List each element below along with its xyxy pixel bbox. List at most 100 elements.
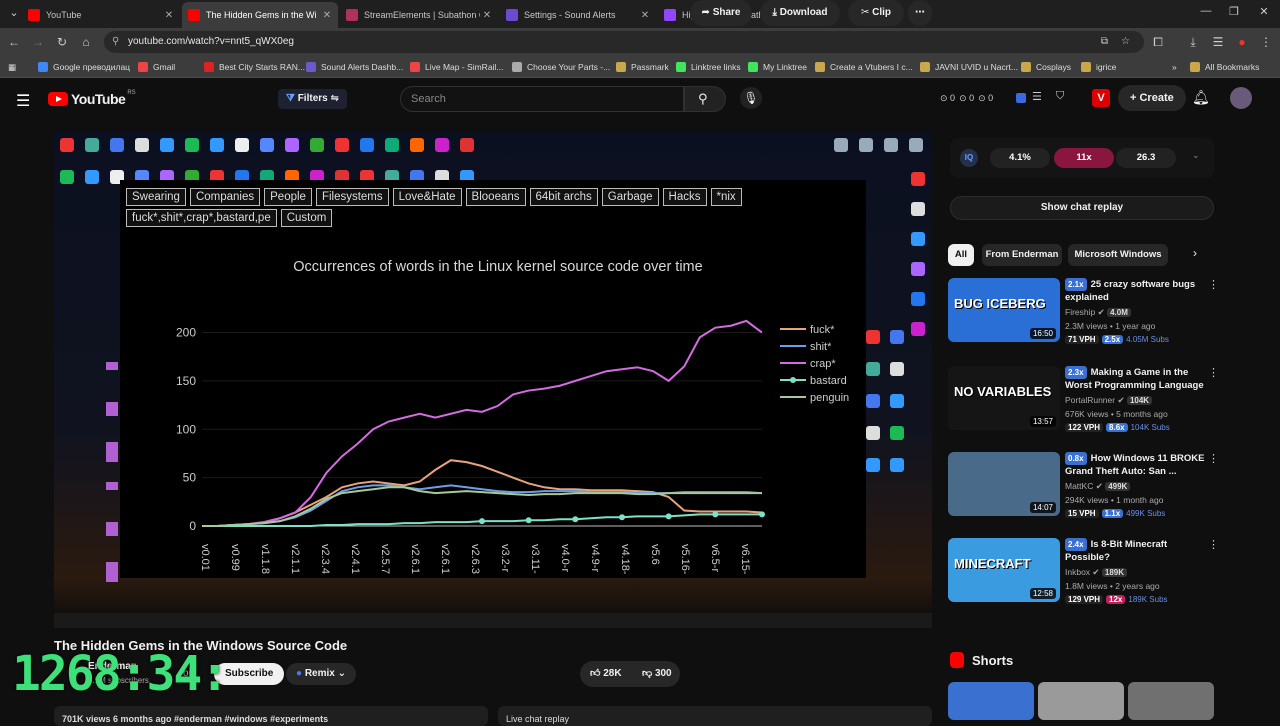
video-thumbnail[interactable]: NO VARIABLES 13:57 <box>948 366 1060 430</box>
word-filter-chip[interactable]: 64bit archs <box>529 188 598 206</box>
bookmark-item[interactable]: Passmark <box>616 59 669 75</box>
word-filter-chip[interactable]: Filesystems <box>315 188 389 206</box>
bookmark-item[interactable]: JAVNI UVID u Nacrt... <box>920 59 1018 75</box>
install-icon[interactable]: ⧉ <box>1101 31 1108 53</box>
filters-button[interactable]: ⧩ Filters ⇋ <box>278 89 347 109</box>
desktop-app-icon[interactable] <box>911 172 925 186</box>
desktop-app-icon[interactable] <box>335 138 349 152</box>
video-thumbnail[interactable]: BUG ICEBERG 16:50 <box>948 278 1060 342</box>
bookmark-item[interactable]: Google преводилац <box>38 59 130 75</box>
desktop-app-icon[interactable] <box>866 458 880 472</box>
desktop-app-icon[interactable] <box>866 394 880 408</box>
desktop-app-icon[interactable] <box>235 138 249 152</box>
clip-button[interactable]: ✂ Clip <box>848 0 904 26</box>
video-thumbnail[interactable]: MINECRAFT 12:58 <box>948 538 1060 602</box>
desktop-app-icon[interactable] <box>60 138 74 152</box>
bookmark-item[interactable]: Choose Your Parts -... <box>512 59 610 75</box>
desktop-app-icon[interactable] <box>260 138 274 152</box>
menu-dots-icon[interactable]: ⋮ <box>1258 34 1274 50</box>
desktop-app-icon[interactable] <box>834 138 848 152</box>
bookmark-item[interactable]: Gmail <box>138 59 175 75</box>
word-filter-chip[interactable]: fuck*,shit*,crap*,bastard,pe <box>126 209 277 227</box>
live-chat-label[interactable]: Live chat replay <box>498 706 932 726</box>
more-options-icon[interactable]: ⋮ <box>1208 278 1219 291</box>
minimize-icon[interactable]: — <box>1196 5 1216 21</box>
tab-close-icon[interactable]: ✕ <box>320 10 334 21</box>
more-options-icon[interactable]: ⋮ <box>1208 452 1219 465</box>
all-bookmarks[interactable]: All Bookmarks <box>1190 59 1259 75</box>
desktop-app-icon[interactable] <box>890 426 904 440</box>
desktop-app-icon[interactable] <box>859 138 873 152</box>
close-window-icon[interactable]: ✕ <box>1254 5 1274 21</box>
word-filter-chip[interactable]: Hacks <box>662 188 707 206</box>
remix-button[interactable]: ● Remix ⌄ <box>286 663 357 685</box>
address-bar[interactable]: ⚲ youtube.com/watch?v=nnt5_qWX0eg ⧉ ☆ <box>104 31 1144 53</box>
legend-label[interactable]: bastard <box>810 375 847 387</box>
desktop-app-icon[interactable] <box>866 426 880 440</box>
bookmark-item[interactable]: Cosplays <box>1021 59 1071 75</box>
desktop-app-icon[interactable] <box>909 138 923 152</box>
desktop-app-icon[interactable] <box>911 262 925 276</box>
extensions-icon[interactable]: ⧠ <box>1150 34 1166 50</box>
bookmarks-overflow-icon[interactable]: » <box>1172 59 1177 75</box>
desktop-app-icon[interactable] <box>135 138 149 152</box>
desktop-app-icon[interactable] <box>60 170 74 184</box>
reading-list-icon[interactable]: ☰ <box>1210 34 1226 50</box>
recommended-video[interactable]: MINECRAFT 12:58 2.4x Is 8-Bit Minecraft Pos… <box>948 538 1220 610</box>
description-box[interactable]: 701K views 6 months ago #enderman #windo… <box>54 706 488 726</box>
word-filter-chip[interactable]: Love&Hate <box>392 188 462 206</box>
desktop-app-icon[interactable] <box>410 138 424 152</box>
desktop-app-icon[interactable] <box>210 138 224 152</box>
legend-label[interactable]: crap* <box>810 358 836 370</box>
browser-tab[interactable]: Settings - Sound Alerts ✕ <box>500 2 656 28</box>
tab-close-icon[interactable]: ✕ <box>480 10 494 21</box>
short-thumbnail[interactable] <box>948 682 1034 720</box>
share-button[interactable]: ➦ Share <box>690 0 752 26</box>
bookmark-item[interactable]: Best City Starts RAN... <box>204 59 305 75</box>
more-options-icon[interactable]: ⋮ <box>1208 366 1219 379</box>
cast-icon[interactable]: ⛉ <box>1056 90 1064 103</box>
chevron-down-icon[interactable]: ⌄ <box>1192 150 1200 161</box>
apps-grid-icon[interactable]: ▦ <box>8 59 16 75</box>
desktop-app-icon[interactable] <box>911 292 925 306</box>
legend-label[interactable]: fuck* <box>810 324 835 336</box>
bookmark-star-icon[interactable]: ☆ <box>1121 31 1130 53</box>
maximize-icon[interactable]: ❐ <box>1224 5 1244 21</box>
site-info-icon[interactable]: ⚲ <box>112 31 119 53</box>
desktop-app-icon[interactable] <box>890 394 904 408</box>
back-icon[interactable]: ← <box>6 34 22 50</box>
legend-label[interactable]: shit* <box>810 341 832 353</box>
bookmark-item[interactable]: Live Map - SimRail... <box>410 59 503 75</box>
recommended-video[interactable]: BUG ICEBERG 16:50 2.1x 25 crazy software bu… <box>948 278 1220 350</box>
sidebar-chip[interactable]: All <box>948 244 974 266</box>
rec-channel-name[interactable]: PortalRunner <box>1065 395 1115 405</box>
youtube-logo[interactable]: YouTube RS <box>48 90 136 107</box>
desktop-app-icon[interactable] <box>185 138 199 152</box>
sidebar-chip[interactable]: From Enderman <box>982 244 1062 266</box>
bookmark-item[interactable]: Create a Vtubers I c... <box>815 59 913 75</box>
desktop-app-icon[interactable] <box>911 232 925 246</box>
voice-search-icon[interactable]: 🎙︎ <box>740 87 762 109</box>
short-thumbnail[interactable] <box>1038 682 1124 720</box>
reload-icon[interactable]: ↻ <box>54 34 70 50</box>
sidebar-chip[interactable]: Microsoft Windows <box>1068 244 1168 266</box>
create-button[interactable]: + Create <box>1118 85 1186 111</box>
show-chat-replay-button[interactable]: Show chat replay <box>950 196 1214 220</box>
forward-icon[interactable]: → <box>30 34 46 50</box>
more-options-icon[interactable]: ⋮ <box>1208 538 1219 551</box>
legend-label[interactable]: penguin <box>810 392 849 404</box>
desktop-app-icon[interactable] <box>110 138 124 152</box>
bookmark-item[interactable]: Sound Alerts Dashb... <box>306 59 403 75</box>
word-filter-chip[interactable]: *nix <box>710 188 742 206</box>
desktop-app-icon[interactable] <box>866 330 880 344</box>
rec-channel-name[interactable]: Fireship <box>1065 307 1095 317</box>
desktop-app-icon[interactable] <box>85 170 99 184</box>
desktop-app-icon[interactable] <box>160 138 174 152</box>
recommended-video[interactable]: NO VARIABLES 13:57 2.3x Making a Game in th… <box>948 366 1220 438</box>
browser-tab[interactable]: YouTube ✕ <box>22 2 180 28</box>
recommended-video[interactable]: 14:07 0.8x How Windows 11 BROKE Grand Thef… <box>948 452 1220 524</box>
word-filter-chip[interactable]: Blooeans <box>465 188 526 206</box>
downloads-icon[interactable]: ⤓ <box>1185 34 1201 50</box>
notifications-bell-icon[interactable]: 🔔︎ <box>1192 89 1210 106</box>
list-icon[interactable]: ☰ <box>1032 90 1042 103</box>
